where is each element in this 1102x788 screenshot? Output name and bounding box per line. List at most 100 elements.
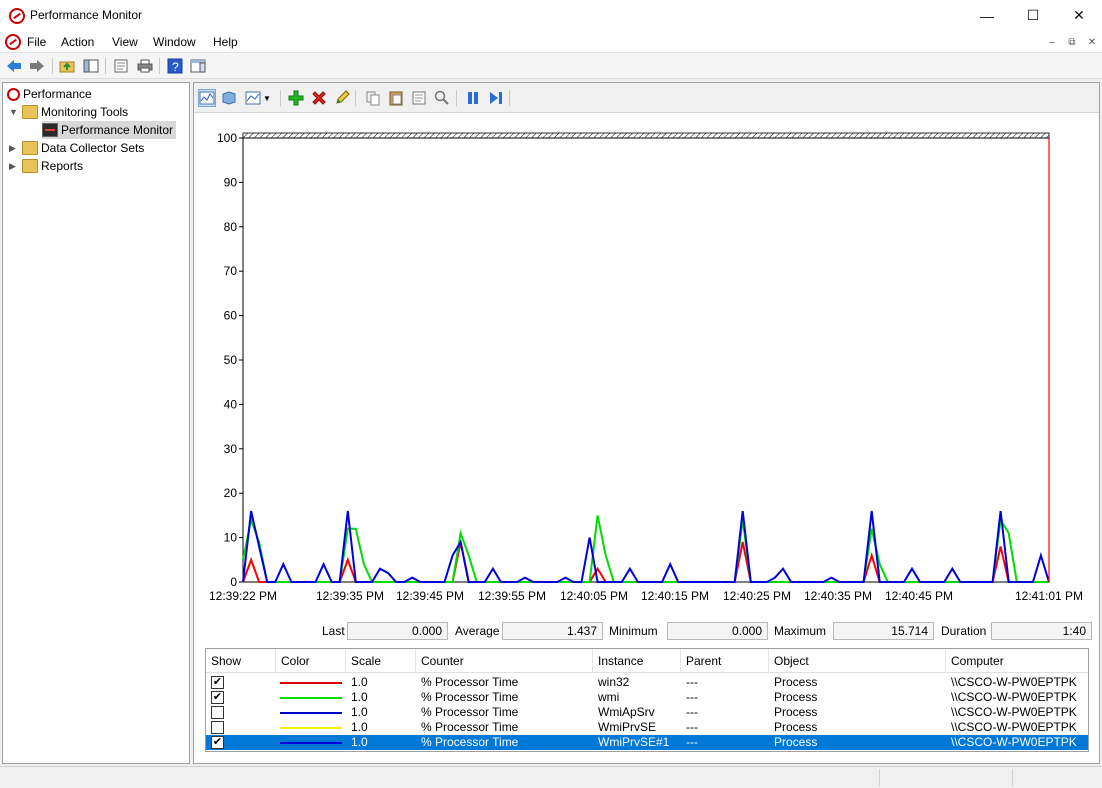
series-line-wmi: [242, 515, 1049, 583]
legend-cell-parent: ---: [686, 705, 698, 719]
hatch-band: [242, 132, 1050, 139]
legend-row[interactable]: ✔ 1.0 % Processor Time WmiPrvSE#1 --- Process…: [206, 735, 1088, 750]
x-tick-label: 12:40:35 PM: [804, 589, 872, 603]
legend-row[interactable]: 1.0 % Processor Time WmiPrvSE --- Process \\C…: [206, 720, 1088, 735]
x-tick-label: 12:39:35 PM: [316, 589, 384, 603]
expand-chevron-icon[interactable]: ▶: [9, 161, 19, 172]
freeze-display-pause-icon[interactable]: [464, 89, 482, 107]
line-graph: 0 10 20 30 40 50 60 70 80 90 100 12:39:22 PM 12:39:3…: [194, 113, 1099, 643]
show-checkbox[interactable]: ✔: [211, 691, 224, 704]
properties-icon[interactable]: [410, 89, 428, 107]
menu-file[interactable]: File: [27, 35, 46, 49]
counter-color-swatch: [280, 712, 342, 714]
legend-cell-object: Process: [774, 705, 818, 719]
change-graph-type-icon[interactable]: [244, 89, 262, 107]
counter-color-swatch: [280, 727, 342, 729]
legend-cell-instance: WmiPrvSE: [598, 720, 656, 734]
average-value: 1.437: [502, 622, 603, 640]
legend-cell-instance: WmiPrvSE#1: [598, 735, 670, 749]
update-data-step-icon[interactable]: [487, 89, 505, 107]
legend-row[interactable]: ✔ 1.0 % Processor Time wmi --- Process \\CSCO-…: [206, 690, 1088, 705]
duration-label: Duration: [941, 624, 987, 638]
counter-color-swatch: [280, 742, 342, 744]
mdi-restore-button[interactable]: ⧉: [1063, 35, 1081, 50]
tree-item-reports[interactable]: ▶ Reports: [9, 157, 83, 175]
show-checkbox[interactable]: [211, 706, 224, 719]
mdi-minimize-button[interactable]: –: [1043, 35, 1061, 50]
column-header-show[interactable]: Show: [206, 649, 276, 673]
highlight-pencil-icon[interactable]: [333, 89, 351, 107]
collapse-chevron-icon[interactable]: ▼: [9, 107, 19, 117]
legend-row[interactable]: 1.0 % Processor Time WmiApSrv --- Process \\C…: [206, 705, 1088, 720]
expand-chevron-icon[interactable]: ▶: [9, 143, 19, 154]
legend-cell-counter: % Processor Time: [421, 735, 519, 749]
show-hide-console-tree-icon[interactable]: [82, 57, 100, 75]
copy-properties-icon[interactable]: [364, 89, 382, 107]
column-header-parent[interactable]: Parent: [681, 649, 769, 673]
column-header-object[interactable]: Object: [769, 649, 946, 673]
delete-counter-icon[interactable]: [310, 89, 328, 107]
performance-icon: [7, 87, 20, 101]
properties-icon[interactable]: [112, 57, 130, 75]
show-checkbox[interactable]: ✔: [211, 676, 224, 689]
legend-cell-computer: \\CSCO-W-PW0EPTPK: [951, 735, 1077, 749]
x-tick-label: 12:40:45 PM: [885, 589, 953, 603]
legend-cell-counter: % Processor Time: [421, 720, 519, 734]
legend-cell-counter: % Processor Time: [421, 690, 519, 704]
zoom-magnifier-icon[interactable]: [433, 89, 451, 107]
up-folder-icon[interactable]: [58, 57, 76, 75]
back-arrow-icon[interactable]: [5, 57, 23, 75]
y-tick-label: 50: [224, 353, 238, 367]
column-header-counter[interactable]: Counter: [416, 649, 593, 673]
view-log-data-icon[interactable]: [220, 89, 238, 107]
legend-row[interactable]: ✔ 1.0 % Processor Time win32 --- Process \\CSC…: [206, 675, 1088, 690]
view-current-activity-icon[interactable]: [198, 89, 216, 107]
column-header-color[interactable]: Color: [276, 649, 346, 673]
system-menu-icon[interactable]: [5, 34, 21, 50]
forward-arrow-icon[interactable]: [28, 57, 46, 75]
maximize-button[interactable]: ☐: [1010, 0, 1056, 31]
show-hide-action-pane-icon[interactable]: [189, 57, 207, 75]
minimize-button[interactable]: —: [964, 0, 1010, 31]
x-tick-label: 12:39:45 PM: [396, 589, 464, 603]
show-checkbox[interactable]: ✔: [211, 736, 224, 749]
tree-item-label: Reports: [41, 159, 84, 173]
menu-window[interactable]: Window: [153, 35, 196, 49]
legend-cell-scale: 1.0: [351, 690, 368, 704]
tree-item-data-collector-sets[interactable]: ▶ Data Collector Sets: [9, 139, 144, 157]
paste-counter-list-icon[interactable]: [387, 89, 405, 107]
tree-item-performance-monitor[interactable]: Performance Monitor: [42, 121, 177, 139]
column-header-computer[interactable]: Computer: [946, 649, 1088, 673]
menu-view[interactable]: View: [112, 35, 138, 49]
legend-cell-parent: ---: [686, 735, 698, 749]
window-title: Performance Monitor: [30, 8, 143, 22]
tree-item-label: Data Collector Sets: [41, 141, 145, 155]
x-tick-label: 12:39:22 PM: [209, 589, 277, 603]
y-tick-label: 40: [224, 397, 238, 411]
menu-help[interactable]: Help: [213, 35, 238, 49]
graph-type-dropdown-chevron-icon[interactable]: ▼: [262, 89, 272, 107]
tree-item-performance[interactable]: Performance: [7, 85, 92, 103]
minimum-value: 0.000: [667, 622, 768, 640]
last-value: 0.000: [347, 622, 448, 640]
tree-item-monitoring-tools[interactable]: ▼ Monitoring Tools: [9, 103, 128, 121]
help-icon[interactable]: ?: [166, 57, 184, 75]
print-icon[interactable]: [136, 57, 154, 75]
column-header-instance[interactable]: Instance: [593, 649, 681, 673]
performance-monitor-panel: ▼ 0 10 20 30 40 50 60 70 80 90 100 12:39…: [193, 82, 1100, 764]
menu-action[interactable]: Action: [61, 35, 94, 49]
legend-cell-object: Process: [774, 735, 818, 749]
svg-text:?: ?: [172, 60, 179, 74]
column-header-scale[interactable]: Scale: [346, 649, 416, 673]
legend-cell-instance: win32: [598, 675, 630, 689]
main-toolbar: ?: [0, 53, 1102, 79]
title-bar: Performance Monitor — ☐ ✕: [0, 0, 1102, 31]
legend-cell-computer: \\CSCO-W-PW0EPTPK: [951, 720, 1077, 734]
mdi-close-button[interactable]: ✕: [1083, 35, 1101, 50]
close-button[interactable]: ✕: [1056, 0, 1102, 31]
add-counter-icon[interactable]: [287, 89, 305, 107]
counter-color-swatch: [280, 682, 342, 684]
series-line-WmiPrvSE#1: [242, 510, 1050, 583]
show-checkbox[interactable]: [211, 721, 224, 734]
legend-cell-counter: % Processor Time: [421, 705, 519, 719]
